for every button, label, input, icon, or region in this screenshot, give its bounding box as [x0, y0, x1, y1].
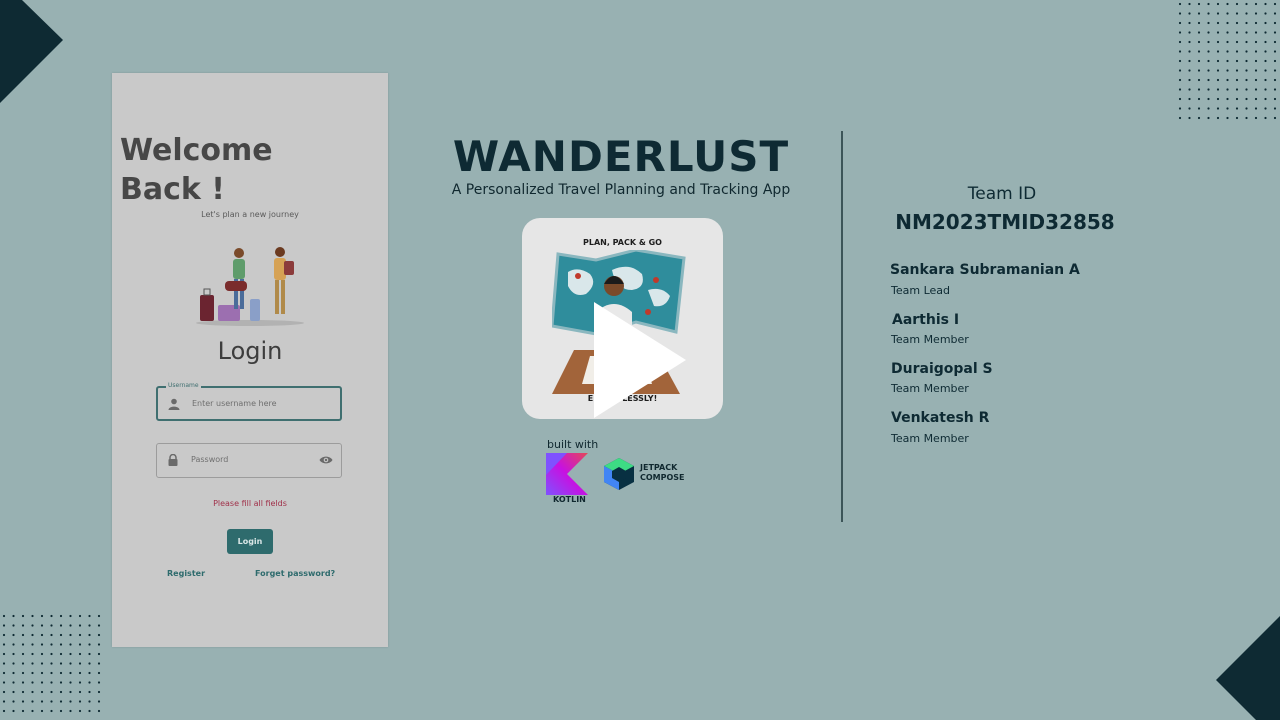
member-name: Venkatesh R — [891, 410, 990, 426]
kotlin-logo-icon — [546, 453, 588, 495]
jetpack-compose-label: JETPACK COMPOSE — [640, 463, 685, 482]
member-role: Team Lead — [891, 284, 950, 297]
member-name: Duraigopal S — [891, 361, 993, 377]
team-id-value: NM2023TMID32858 — [895, 210, 1115, 234]
login-button[interactable]: Login — [227, 529, 273, 554]
person-icon — [168, 398, 180, 410]
eye-icon[interactable] — [319, 455, 333, 465]
member-name: Sankara Subramanian A — [890, 262, 1080, 278]
forgot-password-link[interactable]: Forget password? — [255, 569, 335, 578]
corner-triangle-top-left — [0, 0, 63, 103]
app-title: WANDERLUST — [452, 132, 790, 181]
vertical-divider — [841, 131, 843, 522]
kotlin-label: KOTLIN — [553, 495, 586, 504]
dot-pattern-bottom-left — [2, 614, 101, 713]
dot-pattern-top-right — [1178, 2, 1277, 120]
lock-icon — [168, 454, 178, 466]
tagline: Let's plan a new journey — [201, 210, 299, 219]
error-message: Please fill all fields — [213, 499, 287, 508]
password-field[interactable]: Password — [156, 443, 342, 478]
app-subtitle: A Personalized Travel Planning and Track… — [451, 182, 791, 198]
username-field[interactable]: Username Enter username here — [156, 382, 342, 421]
member-name: Aarthis I — [892, 312, 960, 328]
corner-triangle-bottom-right — [1216, 616, 1280, 720]
app-screenshot-login: Welcome Back ! Let's plan a new journey … — [112, 73, 388, 647]
travelers-illustration — [196, 247, 304, 326]
member-role: Team Member — [891, 333, 969, 346]
team-id-label: Team ID — [967, 184, 1037, 204]
member-role: Team Member — [891, 382, 969, 395]
username-placeholder: Enter username here — [192, 399, 277, 408]
welcome-heading: Welcome Back ! — [120, 133, 273, 207]
username-label: Username — [166, 382, 201, 389]
built-with-label: built with — [547, 438, 599, 451]
play-icon[interactable] — [592, 300, 688, 420]
register-link[interactable]: Register — [167, 569, 205, 578]
login-title: Login — [217, 337, 283, 365]
jetpack-compose-logo-icon — [604, 458, 634, 490]
member-role: Team Member — [891, 432, 969, 445]
password-placeholder: Password — [191, 455, 229, 464]
video-top-text: PLAN, PACK & GO — [583, 238, 662, 247]
